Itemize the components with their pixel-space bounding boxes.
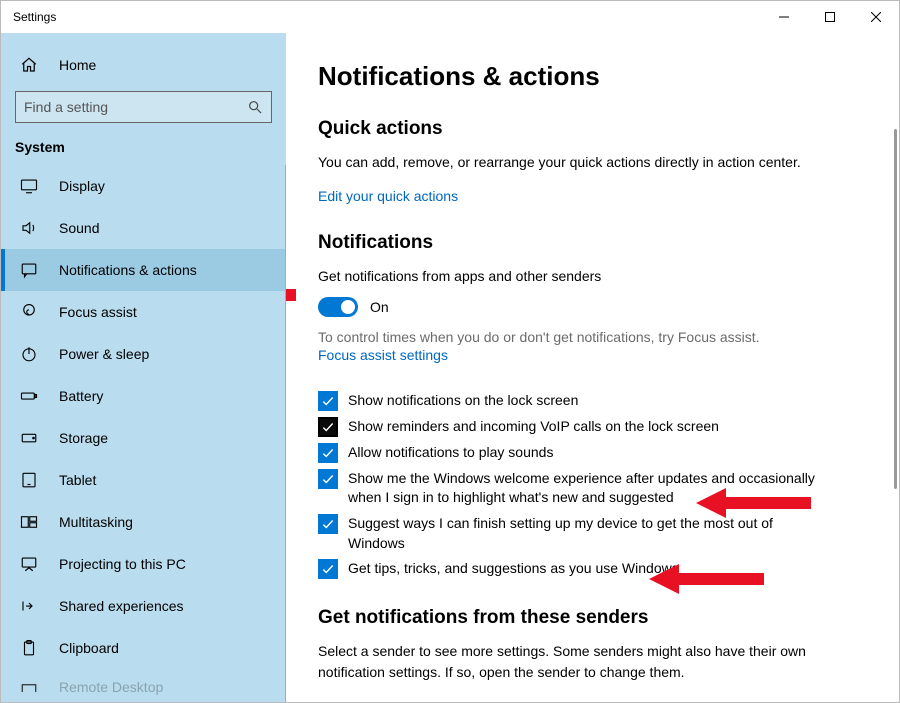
quick-actions-body: You can add, remove, or rearrange your q… — [318, 152, 818, 172]
home-icon — [19, 56, 39, 74]
content-pane: Notifications & actions Quick actions Yo… — [286, 33, 899, 702]
search-field[interactable] — [24, 99, 247, 115]
notifications-toggle[interactable] — [318, 297, 358, 317]
maximize-button[interactable] — [807, 1, 853, 33]
senders-heading: Get notifications from these senders — [318, 607, 818, 629]
sidebar-item-battery[interactable]: Battery — [1, 375, 285, 417]
notifications-toggle-label: Get notifications from apps and other se… — [318, 266, 818, 286]
sidebar-item-label: Focus assist — [59, 304, 137, 320]
check-reminders-voip: Show reminders and incoming VoIP calls o… — [318, 417, 818, 437]
settings-window: Settings Home Syste — [0, 0, 900, 703]
close-button[interactable] — [853, 1, 899, 33]
check-label: Suggest ways I can finish setting up my … — [348, 514, 818, 553]
check-label: Show reminders and incoming VoIP calls o… — [348, 417, 719, 437]
checkbox[interactable] — [318, 417, 338, 437]
shared-icon — [19, 597, 39, 615]
remote-icon — [19, 682, 39, 692]
senders-body: Select a sender to see more settings. So… — [318, 641, 818, 682]
sidebar-item-label: Projecting to this PC — [59, 556, 186, 572]
sidebar-item-label: Clipboard — [59, 640, 119, 656]
projecting-icon — [19, 555, 39, 573]
sidebar-item-notifications[interactable]: Notifications & actions — [1, 249, 285, 291]
sidebar-item-display[interactable]: Display — [1, 165, 285, 207]
power-icon — [19, 345, 39, 363]
battery-icon — [19, 387, 39, 405]
notifications-icon — [19, 261, 39, 279]
quick-actions-section: Quick actions You can add, remove, or re… — [318, 118, 818, 204]
display-icon — [19, 177, 39, 195]
multitasking-icon — [19, 513, 39, 531]
sidebar-item-label: Sound — [59, 220, 99, 236]
check-play-sounds: Allow notifications to play sounds — [318, 443, 818, 463]
check-label: Allow notifications to play sounds — [348, 443, 553, 463]
sidebar-item-focus-assist[interactable]: Focus assist — [1, 291, 285, 333]
check-lock-screen: Show notifications on the lock screen — [318, 391, 818, 411]
tablet-icon — [19, 471, 39, 489]
sidebar-item-label: Storage — [59, 430, 108, 446]
check-welcome-experience: Show me the Windows welcome experience a… — [318, 469, 818, 508]
sidebar-item-storage[interactable]: Storage — [1, 417, 285, 459]
check-finish-setup: Suggest ways I can finish setting up my … — [318, 514, 818, 553]
search-input[interactable] — [15, 91, 272, 123]
sidebar-item-label: Notifications & actions — [59, 262, 197, 278]
sidebar-item-label: Display — [59, 178, 105, 194]
edit-quick-actions-link[interactable]: Edit your quick actions — [318, 188, 458, 204]
focus-hint: To control times when you do or don't ge… — [318, 327, 818, 347]
sound-icon — [19, 219, 39, 237]
sidebar-item-label: Power & sleep — [59, 346, 149, 362]
sidebar-item-projecting[interactable]: Projecting to this PC — [1, 543, 285, 585]
titlebar: Settings — [1, 1, 899, 33]
sidebar-item-shared-experiences[interactable]: Shared experiences — [1, 585, 285, 627]
home-button[interactable]: Home — [1, 45, 286, 85]
notifications-heading: Notifications — [318, 232, 818, 254]
clipboard-icon — [19, 639, 39, 657]
sidebar: Home System Display Sound — [1, 33, 286, 702]
check-label: Show me the Windows welcome experience a… — [348, 469, 818, 508]
toggle-state-label: On — [370, 299, 389, 315]
sidebar-item-power-sleep[interactable]: Power & sleep — [1, 333, 285, 375]
sidebar-item-label: Tablet — [59, 472, 96, 488]
focus-assist-icon — [19, 303, 39, 321]
window-title: Settings — [13, 10, 761, 24]
check-label: Get tips, tricks, and suggestions as you… — [348, 559, 679, 579]
sidebar-item-label: Remote Desktop — [59, 679, 163, 695]
focus-assist-link[interactable]: Focus assist settings — [318, 347, 448, 363]
page-title: Notifications & actions — [318, 61, 859, 92]
checkbox[interactable] — [318, 559, 338, 579]
storage-icon — [19, 429, 39, 447]
sidebar-item-clipboard[interactable]: Clipboard — [1, 627, 285, 669]
checkbox[interactable] — [318, 469, 338, 489]
sidebar-item-sound[interactable]: Sound — [1, 207, 285, 249]
sidebar-item-multitasking[interactable]: Multitasking — [1, 501, 285, 543]
senders-section: Get notifications from these senders Sel… — [318, 607, 818, 682]
window-controls — [761, 1, 899, 33]
sidebar-item-tablet[interactable]: Tablet — [1, 459, 285, 501]
sidebar-item-label: Shared experiences — [59, 598, 184, 614]
checkbox[interactable] — [318, 391, 338, 411]
scrollbar[interactable] — [894, 129, 897, 489]
quick-actions-heading: Quick actions — [318, 118, 818, 140]
sidebar-item-remote-desktop[interactable]: Remote Desktop — [1, 669, 285, 695]
checkbox[interactable] — [318, 514, 338, 534]
sidebar-item-label: Battery — [59, 388, 103, 404]
notifications-section: Notifications Get notifications from app… — [318, 232, 818, 579]
home-label: Home — [59, 57, 96, 73]
check-label: Show notifications on the lock screen — [348, 391, 578, 411]
sidebar-item-label: Multitasking — [59, 514, 133, 530]
check-tips-tricks: Get tips, tricks, and suggestions as you… — [318, 559, 818, 579]
search-icon — [247, 99, 263, 115]
category-label: System — [1, 133, 286, 165]
window-body: Home System Display Sound — [1, 33, 899, 702]
nav-list: Display Sound Notifications & actions Fo… — [1, 165, 286, 702]
checkbox[interactable] — [318, 443, 338, 463]
minimize-button[interactable] — [761, 1, 807, 33]
